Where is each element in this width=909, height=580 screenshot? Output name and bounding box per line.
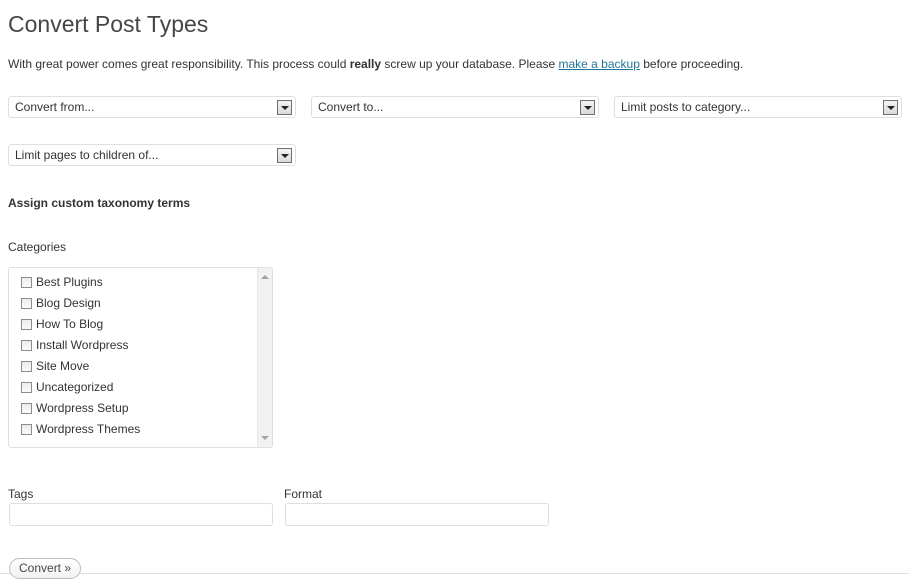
scroll-down-icon[interactable] [261, 436, 269, 440]
chevron-down-icon[interactable] [277, 148, 292, 163]
category-checkbox[interactable] [21, 277, 32, 288]
convert-to-select-value: Convert to... [318, 100, 384, 114]
category-item[interactable]: How To Blog [21, 314, 140, 335]
categories-checklist: Best Plugins Blog Design How To Blog Instal… [8, 267, 273, 448]
category-checkbox[interactable] [21, 298, 32, 309]
taxonomy-heading: Assign custom taxonomy terms [8, 196, 191, 210]
category-item[interactable]: Blog Design [21, 293, 140, 314]
intro-text-before: With great power comes great responsibil… [8, 57, 350, 71]
category-checkbox[interactable] [21, 403, 32, 414]
categories-list: Best Plugins Blog Design How To Blog Instal… [21, 272, 140, 440]
category-item-label: Blog Design [36, 296, 101, 310]
convert-to-select[interactable]: Convert to... [311, 96, 599, 118]
category-checkbox[interactable] [21, 382, 32, 393]
intro-text-emphasis: really [349, 57, 382, 71]
footer-divider [0, 573, 909, 574]
format-input[interactable] [285, 503, 549, 526]
format-label: Format [284, 487, 323, 501]
category-item[interactable]: Wordpress Setup [21, 398, 140, 419]
category-item[interactable]: Best Plugins [21, 272, 140, 293]
convert-button[interactable]: Convert » [9, 558, 82, 579]
category-checkbox[interactable] [21, 319, 32, 330]
convert-from-select[interactable]: Convert from... [8, 96, 296, 118]
category-item[interactable]: Site Move [21, 356, 140, 377]
category-item-label: Site Move [36, 359, 90, 373]
category-item[interactable]: Wordpress Themes [21, 419, 140, 440]
limit-category-select[interactable]: Limit posts to category... [614, 96, 902, 118]
convert-post-types-page: Convert Post Types With great power come… [0, 0, 909, 580]
intro-text-middle: screw up your database. Please [381, 57, 559, 71]
chevron-down-icon[interactable] [580, 100, 595, 115]
limit-pages-select[interactable]: Limit pages to children of... [8, 144, 296, 166]
intro-text: With great power comes great responsibil… [8, 56, 743, 72]
category-item[interactable]: Install Wordpress [21, 335, 140, 356]
scroll-up-icon[interactable] [261, 275, 269, 279]
category-checkbox[interactable] [21, 361, 32, 372]
category-checkbox[interactable] [21, 340, 32, 351]
page-title: Convert Post Types [8, 11, 209, 37]
chevron-down-icon[interactable] [277, 100, 292, 115]
category-item-label: Best Plugins [36, 275, 103, 289]
category-checkbox[interactable] [21, 424, 32, 435]
category-item-label: Wordpress Setup [36, 401, 129, 415]
tags-label: Tags [8, 487, 34, 501]
limit-pages-select-value: Limit pages to children of... [15, 148, 159, 162]
limit-category-select-value: Limit posts to category... [621, 100, 751, 114]
chevron-down-icon[interactable] [883, 100, 898, 115]
category-item-label: Install Wordpress [36, 338, 129, 352]
convert-from-select-value: Convert from... [15, 100, 95, 114]
category-item[interactable]: Uncategorized [21, 377, 140, 398]
tags-input[interactable] [9, 503, 273, 526]
make-backup-link[interactable]: make a backup [559, 57, 640, 71]
category-item-label: Uncategorized [36, 380, 114, 394]
categories-scrollbar[interactable] [257, 268, 272, 447]
category-item-label: Wordpress Themes [36, 422, 141, 436]
categories-label: Categories [8, 240, 67, 254]
category-item-label: How To Blog [36, 317, 104, 331]
intro-text-after: before proceeding. [639, 57, 744, 71]
